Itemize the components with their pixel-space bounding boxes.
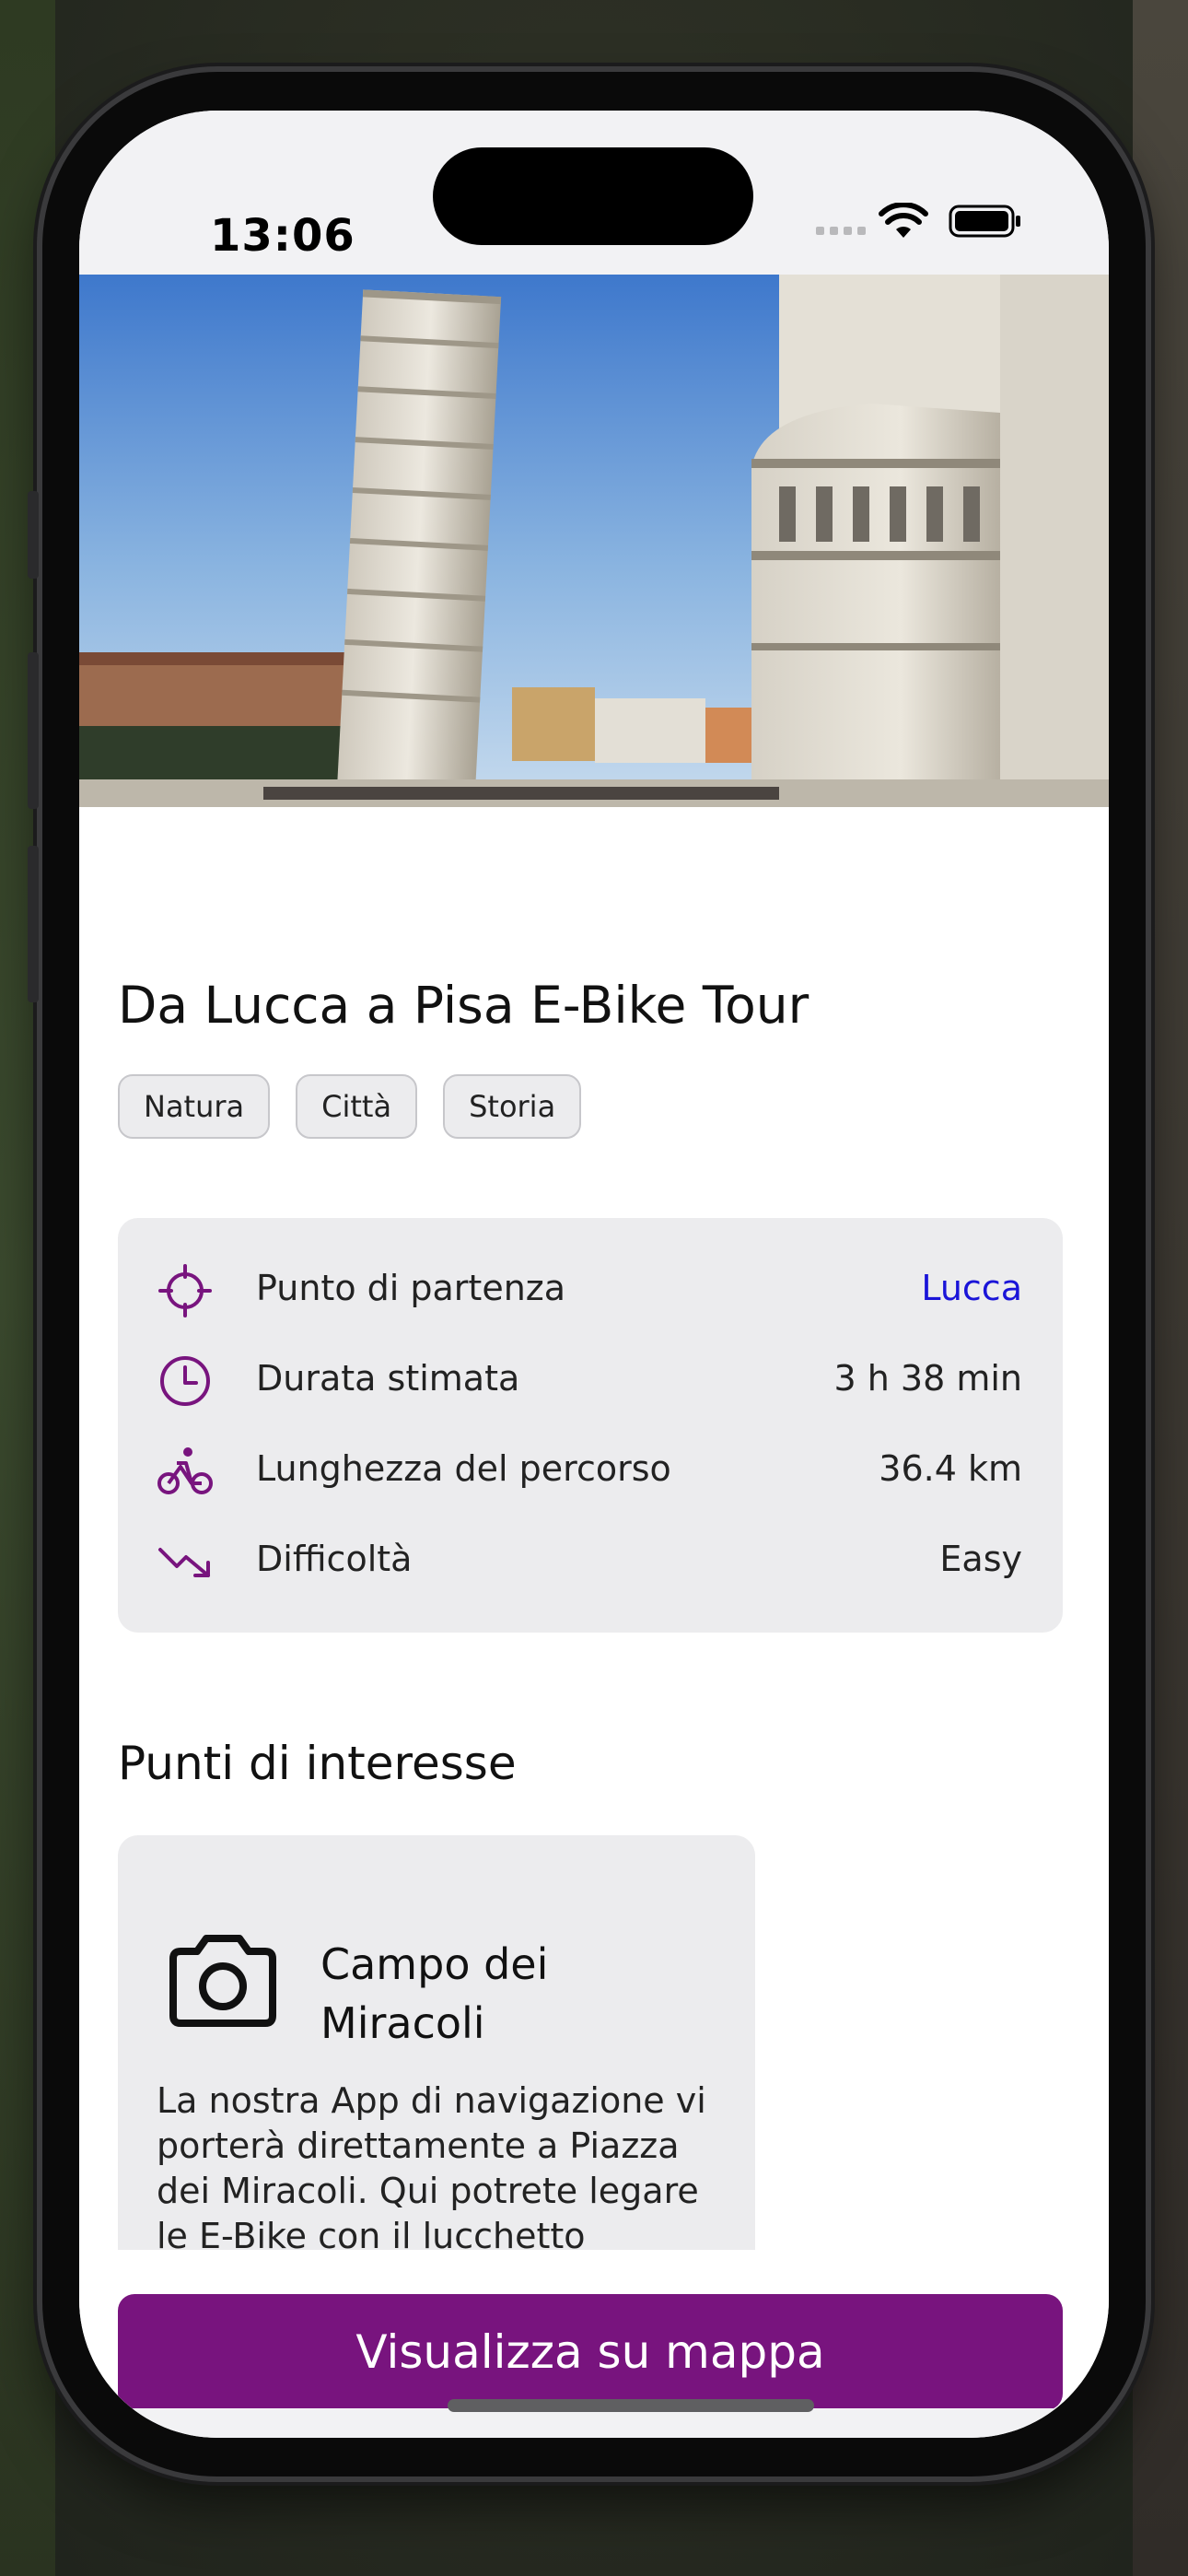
tag-list: Natura Città Storia xyxy=(118,1074,582,1139)
cellular-signal-icon xyxy=(816,227,866,235)
tag-chip[interactable]: Storia xyxy=(443,1074,582,1139)
duration-value: 3 h 38 min xyxy=(833,1358,1022,1399)
length-value: 36.4 km xyxy=(879,1448,1022,1489)
tour-info-card: Punto di partenza Lucca Durata stimata 3… xyxy=(118,1218,1063,1633)
start-point-link[interactable]: Lucca xyxy=(921,1268,1022,1308)
start-point-label: Punto di partenza xyxy=(256,1268,566,1308)
volume-up-button xyxy=(28,652,39,809)
difficulty-label: Difficoltà xyxy=(256,1539,413,1579)
battery-icon xyxy=(949,205,1020,238)
phone-frame: 13:06 Da Lucca a Pisa E-Bike Tour Natura… xyxy=(28,72,1146,2476)
poi-name: Campo dei Miracoli xyxy=(320,1939,549,2048)
poi-section-title: Punti di interesse xyxy=(118,1737,517,1790)
tag-chip[interactable]: Natura xyxy=(118,1074,271,1139)
info-row-start-point: Punto di partenza Lucca xyxy=(118,1244,1063,1334)
view-on-map-button[interactable]: Visualizza su mappa xyxy=(118,2294,1063,2410)
home-indicator[interactable] xyxy=(448,2399,814,2412)
poi-card[interactable]: Campo dei Miracoli La nostra App di navi… xyxy=(118,1835,755,2250)
wifi-icon xyxy=(879,203,928,238)
length-label: Lunghezza del percorso xyxy=(256,1448,671,1489)
difficulty-value: Easy xyxy=(939,1539,1022,1579)
duration-label: Durata stimata xyxy=(256,1358,520,1399)
clock-icon xyxy=(160,1356,210,1406)
info-row-duration: Durata stimata 3 h 38 min xyxy=(118,1334,1063,1424)
info-row-length: Lunghezza del percorso 36.4 km xyxy=(118,1424,1063,1515)
camera-icon xyxy=(169,1935,276,2027)
tag-chip[interactable]: Città xyxy=(296,1074,418,1139)
crosshair-icon xyxy=(158,1264,212,1317)
poi-description: La nostra App di navigazione vi porterà … xyxy=(157,2080,706,2250)
trend-down-icon xyxy=(158,1548,210,1577)
bike-icon xyxy=(157,1447,213,1494)
hero-image xyxy=(79,275,1109,807)
tour-detail-content: Da Lucca a Pisa E-Bike Tour Natura Città… xyxy=(79,807,1109,2410)
bottom-safe-area xyxy=(79,2408,1109,2438)
volume-down-button xyxy=(28,846,39,1002)
tour-title: Da Lucca a Pisa E-Bike Tour xyxy=(118,976,809,1035)
screen: 13:06 Da Lucca a Pisa E-Bike Tour Natura… xyxy=(79,111,1109,2438)
status-bar: 13:06 xyxy=(79,111,1109,275)
info-row-difficulty: Difficoltà Easy xyxy=(118,1515,1063,1605)
status-time: 13:06 xyxy=(210,210,355,262)
action-button xyxy=(28,491,39,579)
dynamic-island xyxy=(433,147,753,245)
